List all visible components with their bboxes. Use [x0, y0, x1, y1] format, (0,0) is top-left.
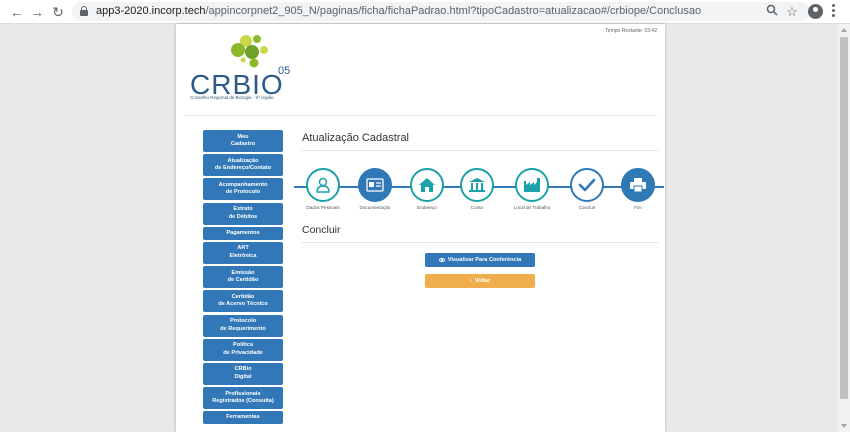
back-button[interactable]: ‹ Voltar: [425, 274, 535, 288]
step-label: Concluir: [578, 205, 596, 210]
menu-item-politica-privacidade[interactable]: Política de Privacidade: [203, 338, 283, 361]
id-card-icon: [358, 168, 392, 202]
forward-arrow-icon[interactable]: →: [28, 3, 46, 21]
menu-item-pagamentos[interactable]: Pagamentos: [203, 226, 283, 240]
session-timer: Tempo Restante: 03:42: [605, 28, 657, 34]
lock-icon: [80, 6, 88, 16]
user-icon: [306, 168, 340, 202]
sidebar-menu: Meu Cadastro Atualização de Endereço/Conta…: [203, 130, 283, 426]
url-text[interactable]: app3-2020.incorp.tech/appincorpnet2_905_…: [96, 5, 701, 17]
step-endereco[interactable]: Endereço: [399, 168, 455, 210]
step-label: Dados Pessoais: [306, 205, 340, 210]
header-divider: [184, 115, 657, 116]
menu-item-ferramentas[interactable]: Ferramentas: [203, 411, 283, 425]
chevron-left-icon: ‹: [469, 278, 472, 284]
menu-item-extrato-debitos[interactable]: Extrato de Débitos: [203, 202, 283, 225]
menu-item-atualizacao-endereco[interactable]: Atualização de Endereço/Contato: [203, 154, 283, 177]
step-local-trabalho[interactable]: Local de Trabalho: [504, 168, 560, 210]
menu-item-meu-cadastro[interactable]: Meu Cadastro: [203, 130, 283, 152]
star-icon[interactable]: ☆: [783, 3, 801, 21]
step-curso[interactable]: Curso: [449, 168, 505, 210]
step-label: Endereço: [417, 205, 437, 210]
section-divider: [302, 242, 658, 243]
scroll-up-icon[interactable]: [841, 28, 847, 32]
print-icon: [621, 168, 655, 202]
browser-toolbar: ← → ↻ app3-2020.incorp.tech/appincorpnet…: [0, 0, 850, 24]
scroll-down-icon[interactable]: [841, 424, 847, 428]
zoom-search-icon[interactable]: [763, 3, 781, 21]
menu-item-emissao-certidao[interactable]: Emissão de Certidão: [203, 266, 283, 289]
industry-icon: [515, 168, 549, 202]
institution-icon: [460, 168, 494, 202]
step-documentacao[interactable]: Documentação: [347, 168, 403, 210]
back-button-label: Voltar: [474, 278, 491, 284]
title-divider: [302, 150, 658, 151]
view-button-label: Visualizar Para Conferência: [447, 257, 522, 263]
profile-avatar-icon[interactable]: [808, 4, 823, 19]
step-dados-pessoais[interactable]: Dados Pessoais: [295, 168, 351, 210]
back-arrow-icon[interactable]: ←: [8, 3, 26, 21]
view-for-review-button[interactable]: Visualizar Para Conferência: [425, 253, 535, 267]
step-label: Documentação: [359, 205, 391, 210]
reload-icon[interactable]: ↻: [49, 3, 67, 21]
page-container: Tempo Restante: 03:42 CRBIO 05 Conselho …: [176, 24, 665, 432]
step-label: Fim: [634, 205, 642, 210]
menu-item-acompanhamento-protocolo[interactable]: Acompanhamento de Protocolo: [203, 178, 283, 201]
address-bar[interactable]: app3-2020.incorp.tech/appincorpnet2_905_…: [72, 2, 810, 21]
page-title: Atualização Cadastral: [302, 132, 410, 144]
menu-item-protocolo-requerimento[interactable]: Protocolo de Requerimento: [203, 314, 283, 337]
eye-icon: [438, 258, 445, 262]
scroll-thumb[interactable]: [840, 37, 848, 399]
home-icon: [410, 168, 444, 202]
step-fim[interactable]: Fim: [610, 168, 666, 210]
section-title: Concluir: [302, 224, 341, 236]
scrollbar[interactable]: [838, 24, 850, 432]
check-icon: [570, 168, 604, 202]
svg-text:05: 05: [278, 65, 290, 77]
menu-item-certidao-acervo[interactable]: Certidão de Acervo Técnico: [203, 290, 283, 313]
step-concluir[interactable]: Concluir: [559, 168, 615, 210]
menu-item-art-eletronica[interactable]: ART Eletrônica: [203, 241, 283, 264]
step-label: Curso: [470, 205, 484, 210]
menu-item-crbio-digital[interactable]: CRBio Digital: [203, 362, 283, 385]
menu-item-profissionais-registrados[interactable]: Profissionais Registrados (Consulta): [203, 387, 283, 410]
step-label: Local de Trabalho: [513, 205, 551, 210]
logo-caption: Conselho Regional de Biologia · 5ª regiã…: [190, 95, 274, 100]
menu-kebab-icon[interactable]: [832, 3, 836, 19]
